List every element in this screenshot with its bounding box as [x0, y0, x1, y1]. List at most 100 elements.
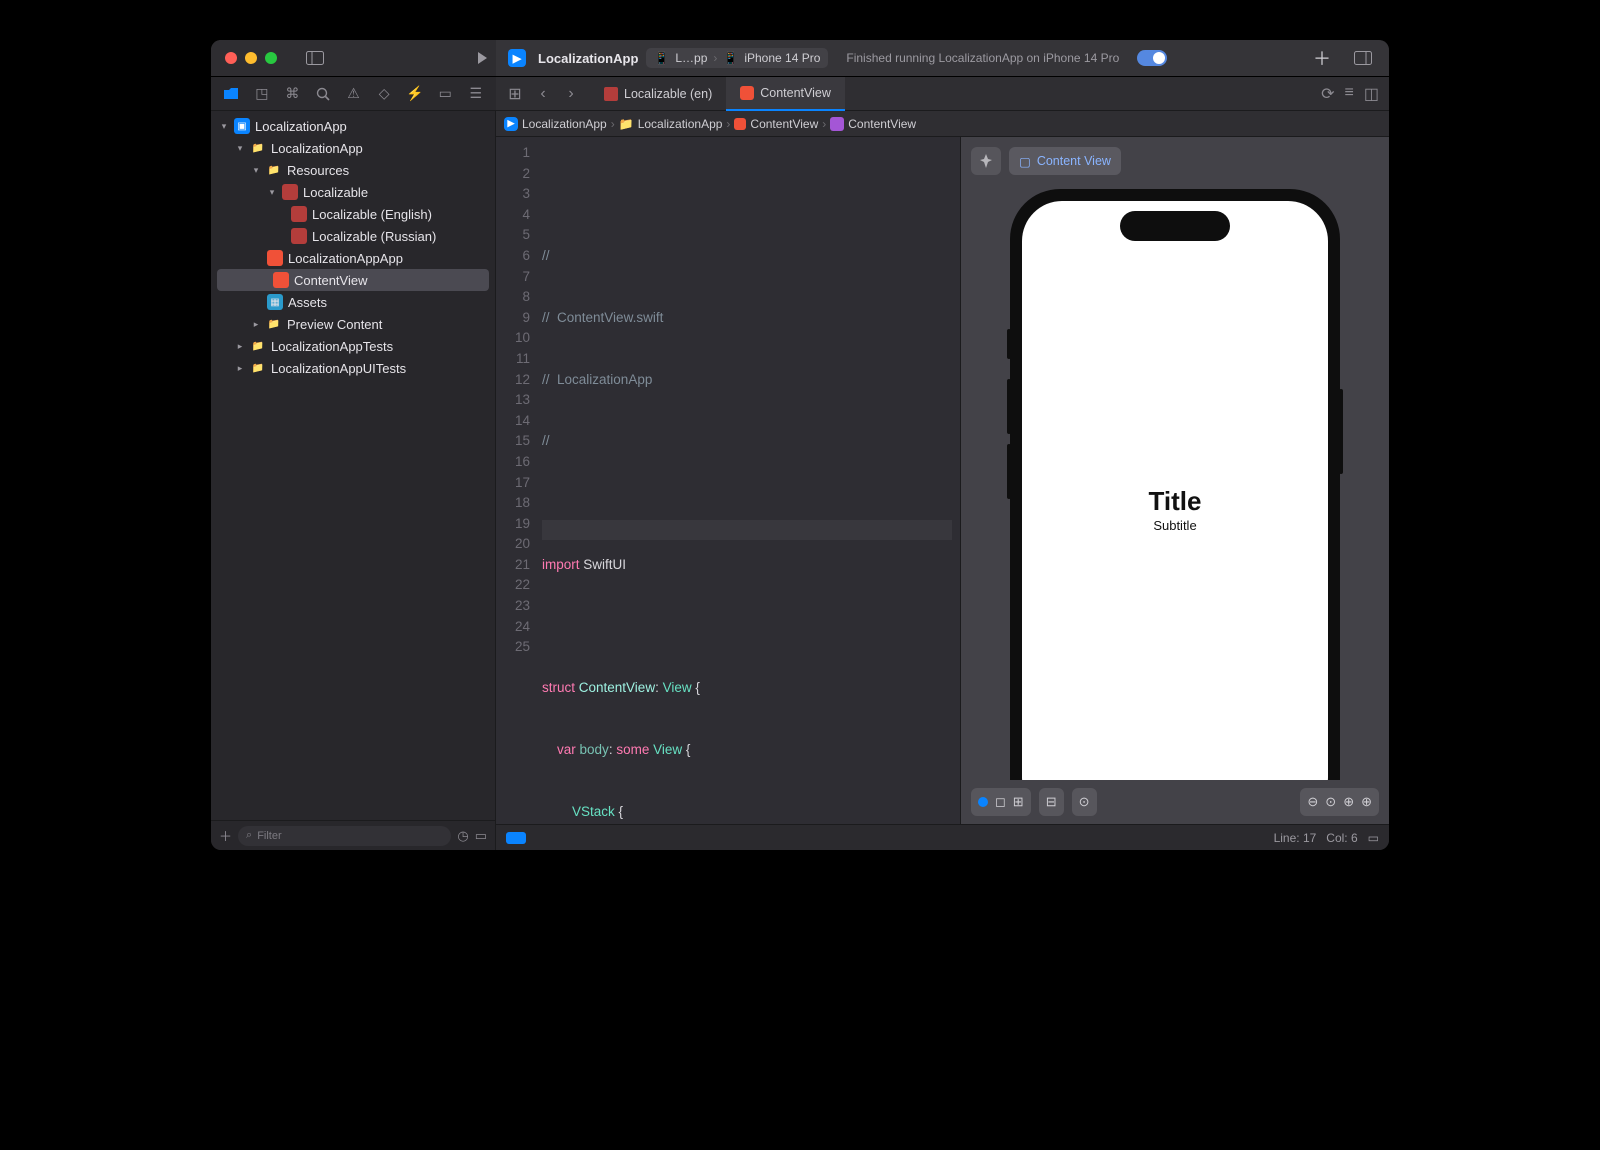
refresh-icon[interactable]: ⟳: [1321, 84, 1334, 104]
zoom-in-icon[interactable]: ⊕: [1361, 794, 1372, 810]
file-tree[interactable]: ▾▣LocalizationApp ▾📁LocalizationApp ▾📁Re…: [211, 111, 495, 820]
scm-filter-icon[interactable]: ▭: [475, 828, 487, 844]
titlebar-left: [211, 40, 496, 76]
strings-file-icon: [604, 87, 618, 101]
add-file-icon[interactable]: ＋: [219, 826, 232, 845]
zoom-fit-icon[interactable]: ⊙: [1325, 794, 1336, 810]
tree-localizable[interactable]: ▾Localizable: [211, 181, 495, 203]
preview-header: ▢ Content View: [961, 137, 1389, 185]
node-label: Localizable: [303, 185, 368, 200]
nav-forward-icon[interactable]: ›: [560, 85, 582, 103]
settings-icon: ⊙: [1079, 794, 1090, 810]
report-navigator-icon[interactable]: ☰: [464, 82, 489, 106]
zoom-100-icon[interactable]: ⊕: [1343, 794, 1354, 810]
phone-icon: 📱: [654, 51, 669, 65]
tree-resources[interactable]: ▾📁Resources: [211, 159, 495, 181]
node-label: LocalizationAppApp: [288, 251, 403, 266]
node-label: Localizable (Russian): [312, 229, 436, 244]
debug-indicator-icon[interactable]: [506, 832, 526, 844]
breadcrumb-item[interactable]: ContentView: [750, 117, 818, 131]
node-label: LocalizationApp: [271, 141, 363, 156]
cursor-line: Line: 17: [1274, 831, 1317, 845]
node-label: Localizable (English): [312, 207, 432, 222]
node-label: LocalizationAppTests: [271, 339, 393, 354]
traffic-lights: [225, 52, 277, 64]
test-navigator-icon[interactable]: ◇: [372, 82, 397, 106]
node-label: ContentView: [294, 273, 367, 288]
scheme-selector[interactable]: 📱 L…pp › 📱 iPhone 14 Pro: [646, 48, 828, 68]
titlebar: ▶ LocalizationApp 📱 L…pp › 📱 iPhone 14 P…: [211, 40, 1389, 77]
breadcrumb-item[interactable]: LocalizationApp: [638, 117, 723, 131]
iphone-screen: Title Subtitle: [1022, 201, 1328, 780]
tab-contentview[interactable]: ContentView: [726, 77, 845, 111]
debug-navigator-icon[interactable]: ⚡: [402, 82, 427, 106]
toggle-debug-area-icon[interactable]: ▭: [1368, 831, 1379, 845]
adjust-editor-icon[interactable]: ≡: [1345, 84, 1354, 104]
minimize-window-button[interactable]: [245, 52, 257, 64]
preview-settings[interactable]: ⊙: [1072, 788, 1097, 816]
tree-preview-content[interactable]: ▸📁Preview Content: [211, 313, 495, 335]
breadcrumb-item[interactable]: ContentView: [848, 117, 916, 131]
toggle-inspector-button[interactable]: [1349, 46, 1377, 70]
node-label: Preview Content: [287, 317, 382, 332]
tab-localizable[interactable]: Localizable (en): [590, 77, 726, 111]
swift-file-icon: [740, 86, 754, 100]
grid-icon[interactable]: ⊞: [1013, 794, 1024, 810]
variants-icon: ⊟: [1046, 794, 1057, 810]
iphone-frame: Title Subtitle: [1010, 189, 1340, 780]
scheme-target: L…pp: [675, 51, 707, 65]
pin-preview-button[interactable]: [971, 147, 1001, 175]
zoom-window-button[interactable]: [265, 52, 277, 64]
add-editor-icon[interactable]: ◫: [1364, 84, 1379, 104]
preview-selector[interactable]: ▢ Content View: [1009, 147, 1121, 175]
preview-subtitle-text: Subtitle: [1153, 518, 1196, 533]
symbol-navigator-icon[interactable]: ⌘: [280, 82, 305, 106]
tree-assets[interactable]: ▦Assets: [211, 291, 495, 313]
zoom-out-icon[interactable]: ⊖: [1307, 794, 1318, 810]
related-items-icon[interactable]: ⊞: [504, 84, 526, 104]
focus-toggle[interactable]: [1137, 50, 1167, 66]
close-window-button[interactable]: [225, 52, 237, 64]
status-bar: Line: 17 Col: 6 ▭: [496, 824, 1389, 850]
tree-appfile[interactable]: LocalizationAppApp: [211, 247, 495, 269]
tree-localizable-en[interactable]: Localizable (English): [211, 203, 495, 225]
breakpoint-navigator-icon[interactable]: ▭: [433, 82, 458, 106]
tree-localizable-ru[interactable]: Localizable (Russian): [211, 225, 495, 247]
recent-files-icon[interactable]: ◷: [457, 828, 468, 844]
tree-tests[interactable]: ▸📁LocalizationAppTests: [211, 335, 495, 357]
project-navigator-icon[interactable]: [219, 82, 244, 106]
tab-label: Localizable (en): [624, 87, 712, 101]
preview-canvas[interactable]: Title Subtitle: [961, 185, 1389, 780]
tree-root[interactable]: ▾▣LocalizationApp: [211, 115, 495, 137]
issue-navigator-icon[interactable]: ⚠: [341, 82, 366, 106]
swiftui-preview: ▢ Content View Title Subtitle: [961, 137, 1389, 824]
breadcrumb-item[interactable]: LocalizationApp: [522, 117, 607, 131]
code-editor[interactable]: 1234567891011121314151617181920212223242…: [496, 137, 961, 824]
scheme-device: iPhone 14 Pro: [744, 51, 820, 65]
toggle-navigator-button[interactable]: [301, 46, 329, 70]
selectable-icon[interactable]: ◻: [995, 794, 1006, 810]
nav-back-icon[interactable]: ‹: [532, 85, 554, 103]
preview-device-settings[interactable]: ⊟: [1039, 788, 1064, 816]
add-button[interactable]: ＋: [1313, 45, 1331, 71]
tree-group[interactable]: ▾📁LocalizationApp: [211, 137, 495, 159]
preview-chip-label: Content View: [1037, 154, 1111, 168]
filter-icon: ⌕: [246, 829, 252, 842]
navigator-footer: ＋ ⌕ Filter ◷ ▭: [211, 820, 495, 850]
breadcrumb[interactable]: ▶ LocalizationApp› 📁 LocalizationApp› Co…: [496, 111, 1389, 137]
nav-row: ◳ ⌘ ⚠ ◇ ⚡ ▭ ☰ ⊞ ‹ › Localizable (en) C: [211, 77, 1389, 111]
find-navigator-icon[interactable]: [311, 82, 336, 106]
cursor-col: Col: 6: [1326, 831, 1357, 845]
preview-mode-live[interactable]: ◻⊞: [971, 788, 1031, 816]
dynamic-island: [1120, 211, 1230, 241]
filter-input[interactable]: ⌕ Filter: [238, 826, 451, 846]
xcode-window: ▶ LocalizationApp 📱 L…pp › 📱 iPhone 14 P…: [211, 40, 1389, 850]
tree-contentview[interactable]: ContentView: [217, 269, 489, 291]
code-content[interactable]: // // ContentView.swift // LocalizationA…: [538, 137, 960, 824]
source-control-navigator-icon[interactable]: ◳: [250, 82, 275, 106]
node-label: LocalizationAppUITests: [271, 361, 406, 376]
run-button[interactable]: [468, 46, 496, 70]
node-label: LocalizationApp: [255, 119, 347, 134]
tree-uitests[interactable]: ▸📁LocalizationAppUITests: [211, 357, 495, 379]
project-navigator: ▾▣LocalizationApp ▾📁LocalizationApp ▾📁Re…: [211, 111, 496, 850]
